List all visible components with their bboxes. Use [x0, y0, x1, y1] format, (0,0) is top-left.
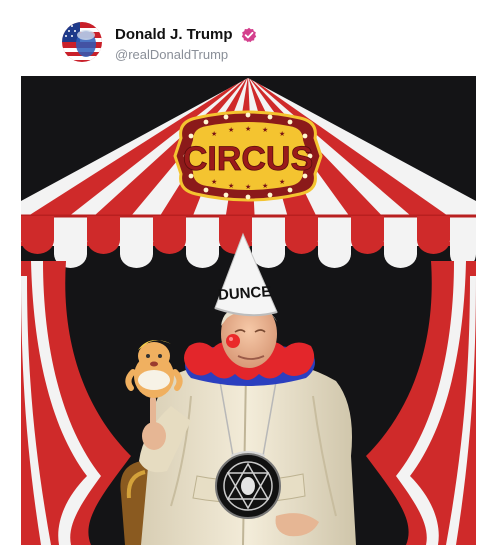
- post-header: Donald J. Trump @realDonaldTrump: [0, 0, 500, 76]
- post-image[interactable]: CIRCUS ★ ★ ★ ★ ★ ★ ★ ★ ★ ★ DUNCE: [21, 76, 476, 545]
- svg-text:★: ★: [211, 130, 217, 138]
- clown-nose: [226, 334, 240, 348]
- svg-text:★: ★: [211, 178, 217, 186]
- author-display-name[interactable]: Donald J. Trump: [115, 26, 233, 43]
- circus-illustration: CIRCUS ★ ★ ★ ★ ★ ★ ★ ★ ★ ★ DUNCE: [21, 76, 476, 545]
- svg-text:★: ★: [279, 178, 285, 186]
- svg-text:★: ★: [245, 125, 251, 133]
- circus-sign: CIRCUS ★ ★ ★ ★ ★ ★ ★ ★ ★ ★: [173, 110, 323, 202]
- svg-text:★: ★: [228, 126, 234, 134]
- circus-sign-text: CIRCUS: [183, 140, 313, 178]
- svg-text:★: ★: [245, 183, 251, 191]
- avatar-image: [62, 22, 102, 62]
- author-handle[interactable]: @realDonaldTrump: [115, 47, 228, 62]
- svg-text:★: ★: [228, 182, 234, 190]
- svg-text:★: ★: [279, 130, 285, 138]
- verified-badge-icon: [241, 27, 257, 43]
- profile-avatar[interactable]: [62, 22, 102, 62]
- svg-text:★: ★: [262, 126, 268, 134]
- svg-text:★: ★: [262, 182, 268, 190]
